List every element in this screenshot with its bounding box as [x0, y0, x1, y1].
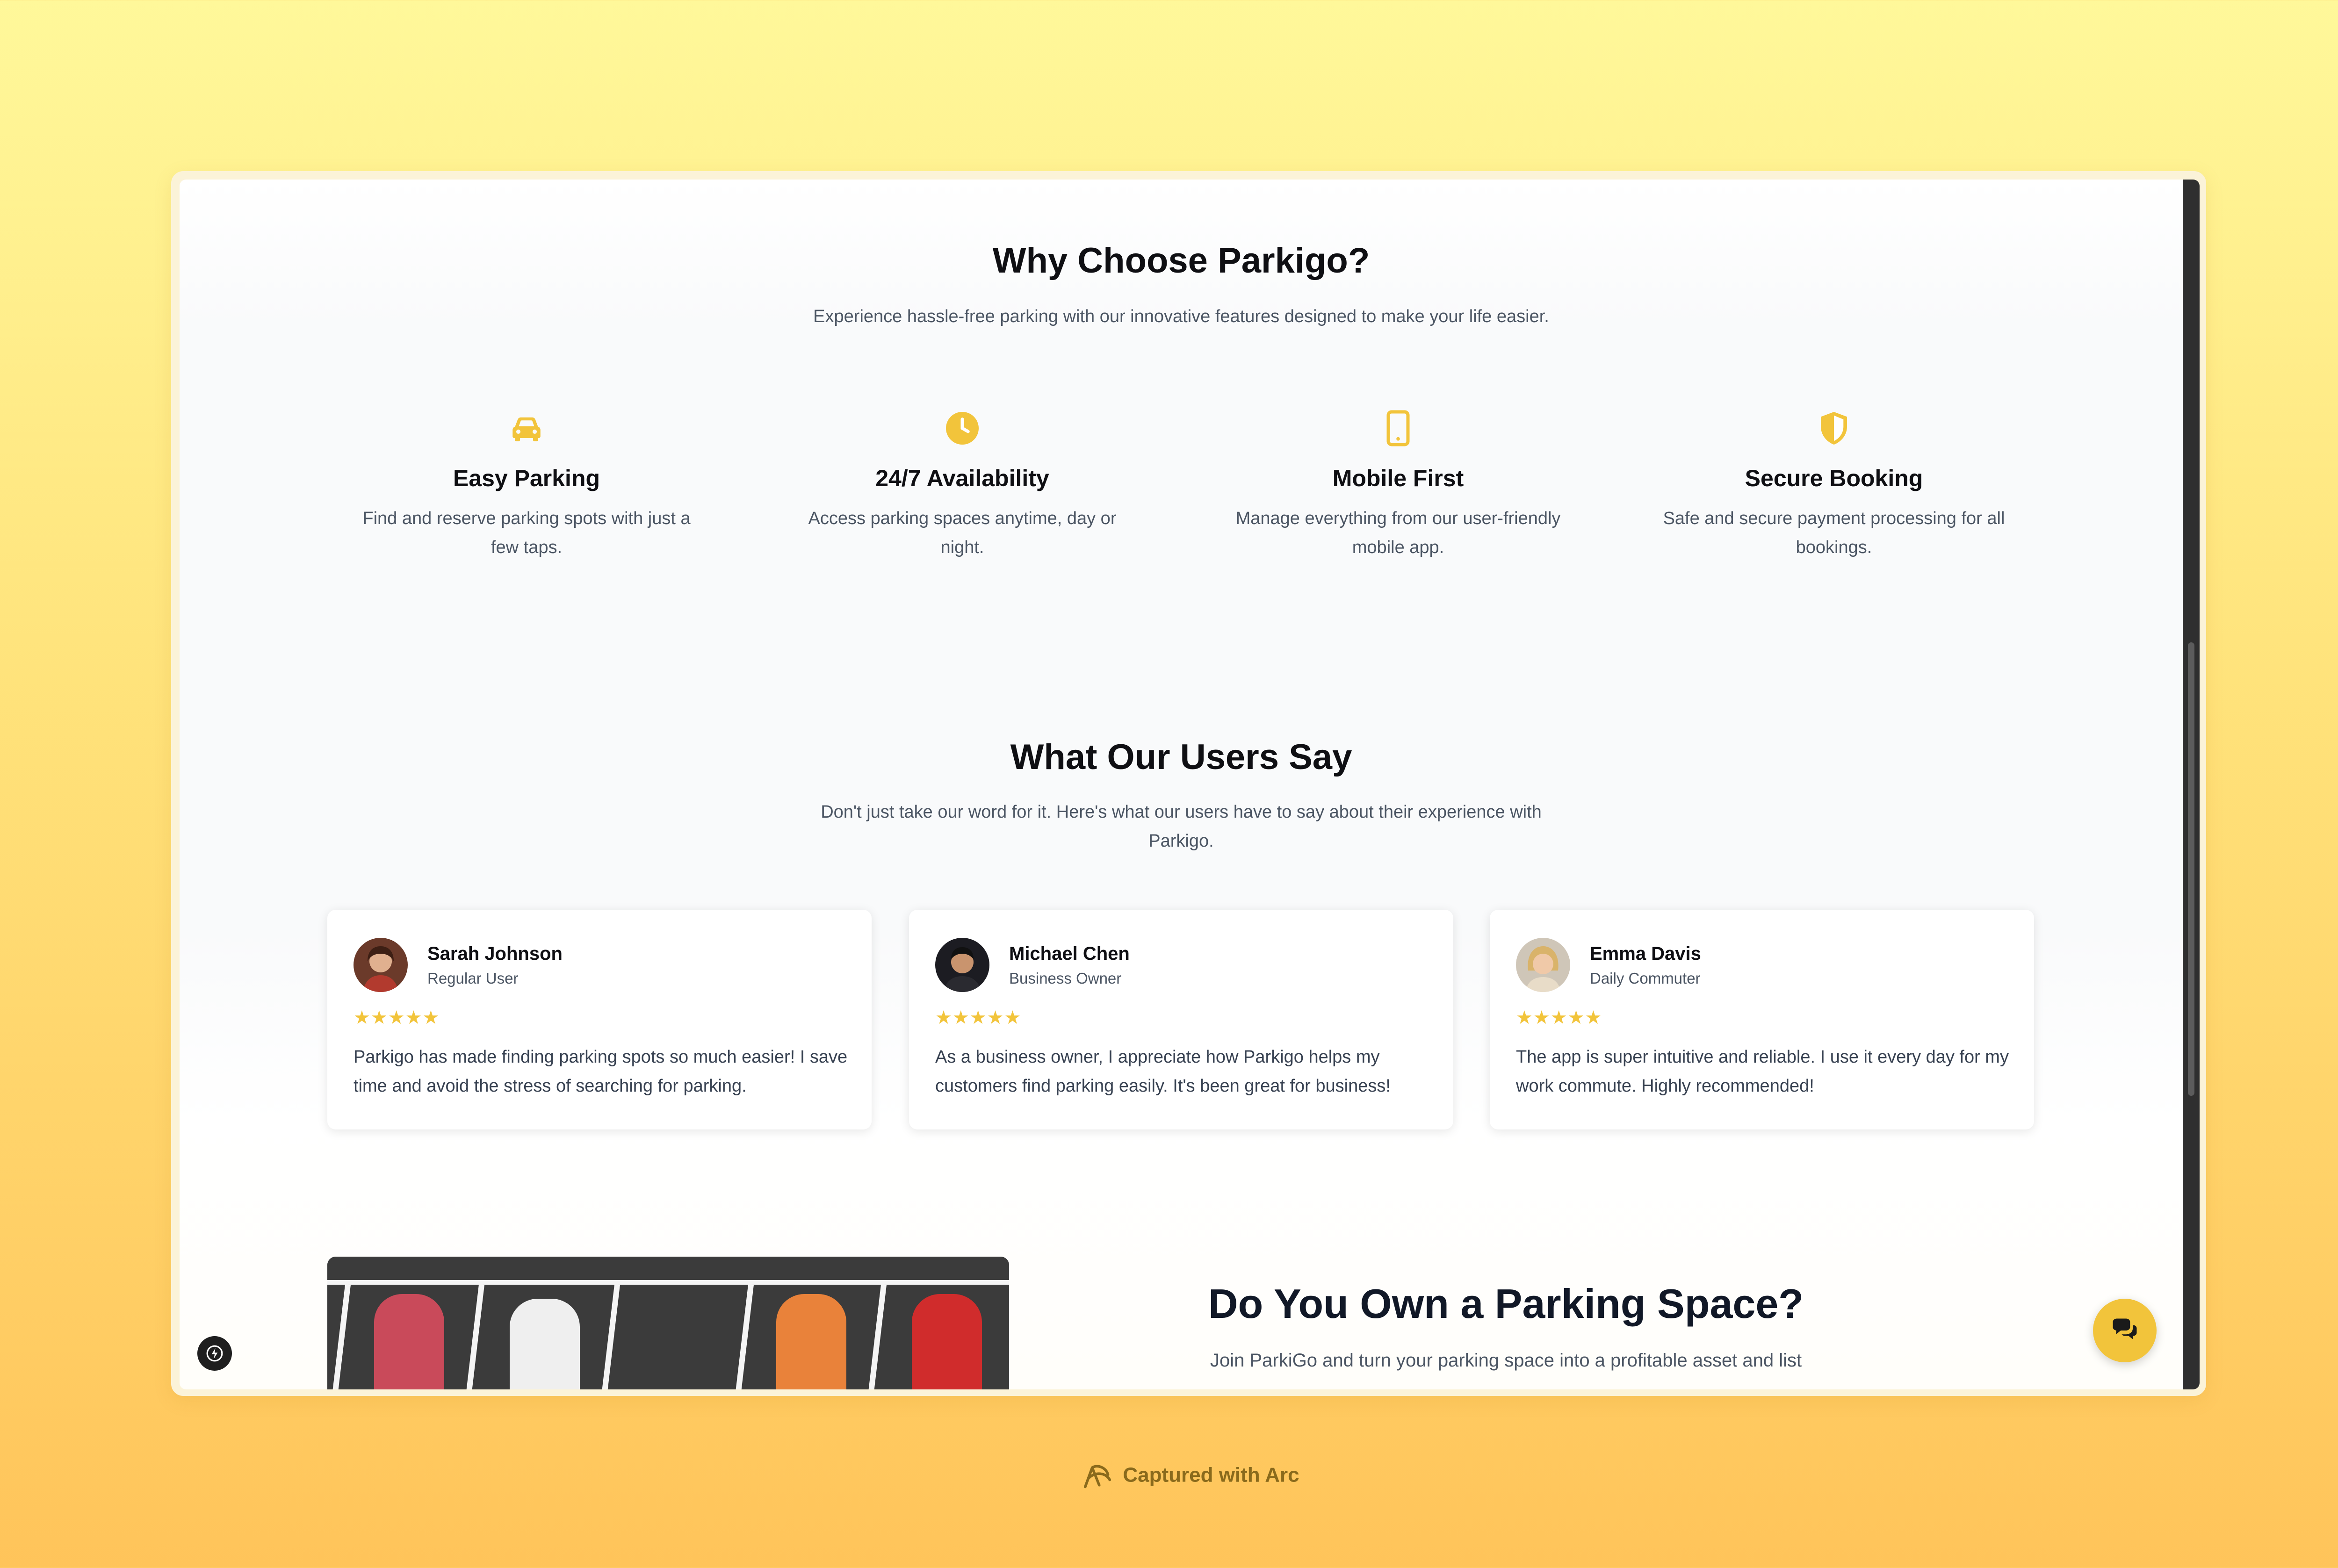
- testimonial-card: Michael Chen Business Owner ★★★★★ As a b…: [909, 910, 1453, 1129]
- user-role: Business Owner: [1009, 970, 1122, 987]
- clock-icon: [943, 409, 982, 448]
- features-subtitle: Experience hassle-free parking with our …: [813, 307, 1549, 326]
- feature-mobile-first: Mobile First Manage everything from our …: [1220, 409, 1576, 562]
- feature-easy-parking: Easy Parking Find and reserve parking sp…: [349, 409, 704, 562]
- chat-button[interactable]: [2093, 1299, 2157, 1362]
- feature-secure-booking: Secure Booking Safe and secure payment p…: [1656, 409, 2012, 562]
- user-role: Daily Commuter: [1590, 970, 1701, 987]
- user-name: Sarah Johnson: [427, 943, 563, 964]
- scrollbar[interactable]: [2183, 180, 2200, 1389]
- feature-title: Easy Parking: [453, 465, 600, 491]
- user-role: Regular User: [427, 970, 519, 987]
- star-rating: ★★★★★: [354, 1007, 440, 1028]
- arc-logo-icon: [1084, 1465, 1111, 1489]
- scrollbar-thumb[interactable]: [2188, 642, 2194, 1096]
- user-name: Emma Davis: [1590, 943, 1701, 964]
- star-rating: ★★★★★: [935, 1007, 1022, 1028]
- testimonials-title: What Our Users Say: [1010, 737, 1352, 777]
- feature-description: Find and reserve parking spots with just…: [362, 509, 691, 557]
- testimonial-card: Emma Davis Daily Commuter ★★★★★ The app …: [1490, 910, 2034, 1129]
- avatar: [1516, 938, 1570, 992]
- parking-lot-image: [327, 1257, 1009, 1389]
- testimonial-card: Sarah Johnson Regular User ★★★★★ Parkigo…: [327, 910, 872, 1129]
- avatar: [354, 938, 408, 992]
- feature-title: Mobile First: [1332, 465, 1464, 491]
- page-viewport: Why Choose Parkigo? Experience hassle-fr…: [180, 180, 2183, 1389]
- feature-availability: 24/7 Availability Access parking spaces …: [785, 409, 1140, 562]
- feature-title: Secure Booking: [1745, 465, 1923, 491]
- star-rating: ★★★★★: [1516, 1007, 1602, 1028]
- feature-description: Manage everything from our user-friendly…: [1235, 509, 1561, 557]
- feature-description: Safe and secure payment processing for a…: [1663, 509, 2005, 557]
- owner-section-title: Do You Own a Parking Space?: [1208, 1280, 1804, 1327]
- testimonial-quote: The app is super intuitive and reliable.…: [1516, 1047, 2009, 1096]
- capture-label: Captured with Arc: [0, 1462, 2338, 1490]
- testimonial-quote: As a business owner, I appreciate how Pa…: [935, 1047, 1391, 1096]
- testimonial-quote: Parkigo has made finding parking spots s…: [354, 1047, 848, 1096]
- owner-section-text: Join ParkiGo and turn your parking space…: [1210, 1350, 1802, 1371]
- feature-title: 24/7 Availability: [875, 465, 1049, 491]
- car-icon: [507, 409, 546, 448]
- feature-description: Access parking spaces anytime, day or ni…: [808, 509, 1117, 557]
- testimonials-subtitle: Don't just take our word for it. Here's …: [821, 802, 1542, 851]
- bolt-button[interactable]: [197, 1336, 232, 1371]
- features-title: Why Choose Parkigo?: [992, 241, 1370, 281]
- shield-icon: [1814, 409, 1854, 448]
- capture-text: Captured with Arc: [1123, 1463, 1299, 1487]
- chat-icon: [2113, 1318, 2137, 1339]
- avatar: [935, 938, 989, 992]
- phone-icon: [1378, 409, 1418, 448]
- user-name: Michael Chen: [1009, 943, 1130, 964]
- bolt-icon: [206, 1345, 223, 1362]
